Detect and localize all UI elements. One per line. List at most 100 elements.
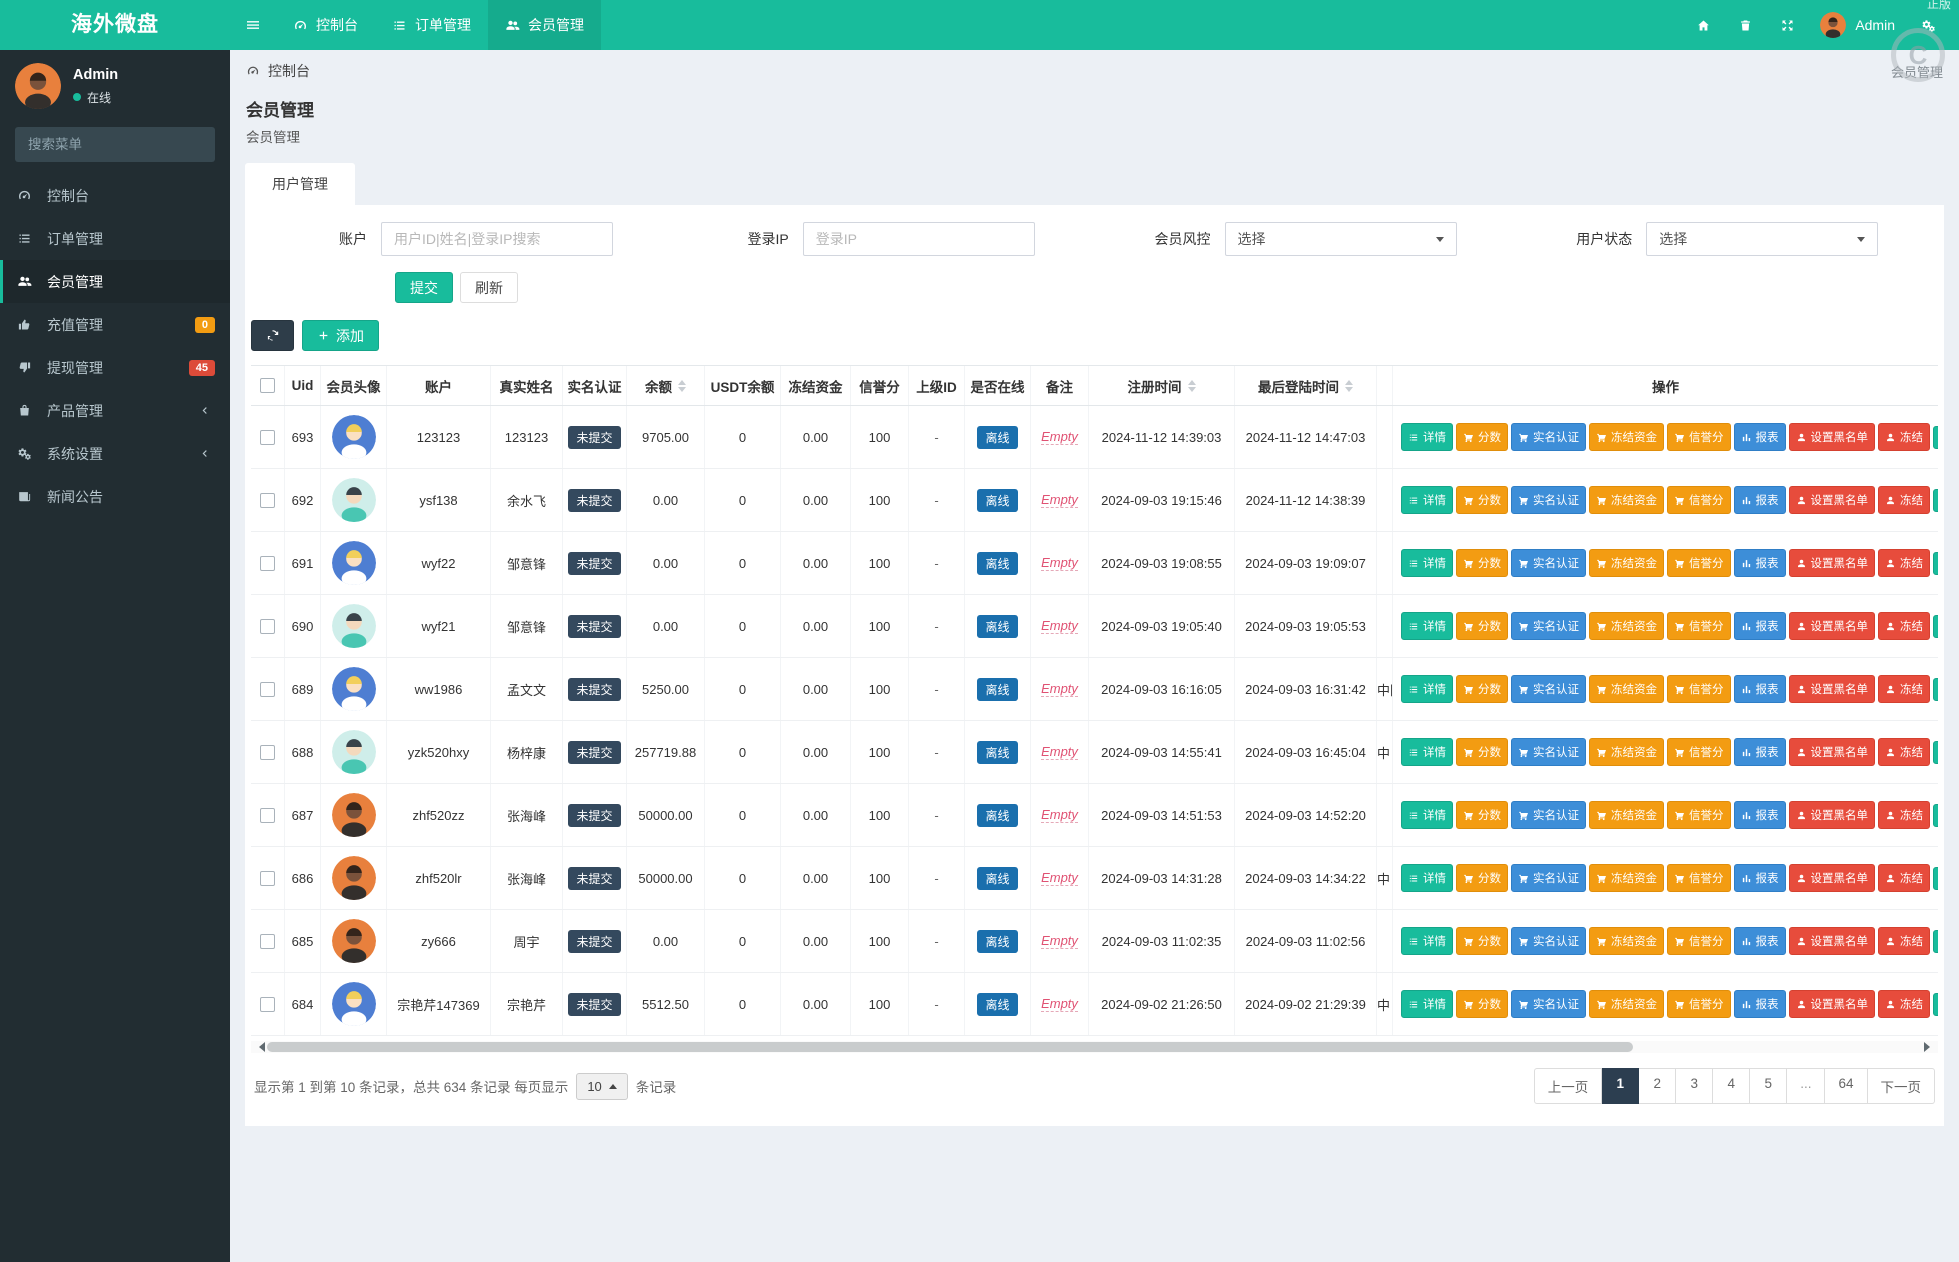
action-冻结[interactable]: 冻结 [1878,549,1930,577]
row-checkbox[interactable] [260,555,275,571]
action-报表[interactable]: 报表 [1733,738,1786,766]
column-header-余额[interactable]: 余额 [627,366,705,405]
pagination-button-1[interactable]: 1 [1602,1068,1640,1104]
action-实名认证[interactable]: 实名认证 [1511,486,1586,514]
action-冻结[interactable]: 冻结 [1878,423,1930,451]
add-member-button[interactable]: 添加 [302,320,379,351]
action-冻结资金[interactable]: 冻结资金 [1589,864,1664,892]
action-分数[interactable]: 分数 [1456,990,1508,1018]
sidebar-item-会员管理[interactable]: 会员管理 [0,260,230,303]
action-实名认证[interactable]: 实名认证 [1511,738,1586,766]
remark-editable-link[interactable]: Empty [1041,807,1078,823]
action-冻结[interactable]: 冻结 [1878,990,1930,1018]
action-信誉分[interactable]: 信誉分 [1667,864,1731,892]
action-信誉分[interactable]: 信誉分 [1667,738,1731,766]
action-信誉分[interactable]: 信誉分 [1667,486,1731,514]
navbar-item-会员管理[interactable]: 会员管理 [488,0,601,50]
row-checkbox[interactable] [260,492,275,508]
column-header-最后登陆时间[interactable]: 最后登陆时间 [1235,366,1377,405]
reload-table-button[interactable] [251,320,294,351]
action-分数[interactable]: 分数 [1456,423,1508,451]
action-详情[interactable]: 详情 [1401,612,1453,640]
row-checkbox[interactable] [260,870,275,886]
action-冻结[interactable]: 冻结 [1878,927,1930,955]
pagination-button-4[interactable]: 4 [1713,1068,1751,1104]
navbar-item-控制台[interactable]: 控制台 [276,0,375,50]
action-详情[interactable]: 详情 [1401,864,1453,892]
action-实名认证[interactable]: 实名认证 [1511,549,1586,577]
edit-button[interactable] [1933,614,1938,638]
sidebar-search-input[interactable] [15,127,215,162]
action-设置黑名单[interactable]: 设置黑名单 [1788,675,1875,703]
action-信誉分[interactable]: 信誉分 [1667,612,1731,640]
remark-editable-link[interactable]: Empty [1041,492,1078,508]
remark-editable-link[interactable]: Empty [1041,618,1078,634]
action-报表[interactable]: 报表 [1733,612,1786,640]
sidebar-item-控制台[interactable]: 控制台 [0,174,230,217]
edit-button[interactable] [1933,425,1938,449]
action-报表[interactable]: 报表 [1733,801,1786,829]
action-分数[interactable]: 分数 [1456,675,1508,703]
sidebar-toggle-button[interactable] [230,0,276,50]
edit-button[interactable] [1933,929,1938,953]
expand-button[interactable] [1766,0,1808,50]
navbar-item-订单管理[interactable]: 订单管理 [375,0,488,50]
select-all-header[interactable] [251,366,285,405]
action-冻结资金[interactable]: 冻结资金 [1589,423,1664,451]
edit-button[interactable] [1933,803,1938,827]
action-冻结资金[interactable]: 冻结资金 [1589,549,1664,577]
scroll-left-arrow-icon[interactable] [254,1042,265,1052]
remark-editable-link[interactable]: Empty [1041,870,1078,886]
action-分数[interactable]: 分数 [1456,738,1508,766]
action-信誉分[interactable]: 信誉分 [1667,990,1731,1018]
action-设置黑名单[interactable]: 设置黑名单 [1788,738,1875,766]
remark-editable-link[interactable]: Empty [1041,429,1078,445]
account-search-input[interactable] [381,222,613,256]
action-分数[interactable]: 分数 [1456,486,1508,514]
action-报表[interactable]: 报表 [1733,549,1786,577]
action-详情[interactable]: 详情 [1401,423,1453,451]
action-详情[interactable]: 详情 [1401,927,1453,955]
action-报表[interactable]: 报表 [1733,423,1786,451]
action-设置黑名单[interactable]: 设置黑名单 [1788,801,1875,829]
action-报表[interactable]: 报表 [1733,486,1786,514]
remark-editable-link[interactable]: Empty [1041,555,1078,571]
action-信誉分[interactable]: 信誉分 [1667,549,1731,577]
action-详情[interactable]: 详情 [1401,486,1453,514]
action-分数[interactable]: 分数 [1456,927,1508,955]
row-checkbox[interactable] [260,933,275,949]
action-设置黑名单[interactable]: 设置黑名单 [1788,486,1875,514]
user-status-select[interactable]: 选择 [1646,222,1879,256]
action-报表[interactable]: 报表 [1733,990,1786,1018]
action-冻结资金[interactable]: 冻结资金 [1589,486,1664,514]
remark-editable-link[interactable]: Empty [1041,996,1078,1012]
action-冻结[interactable]: 冻结 [1878,738,1930,766]
action-设置黑名单[interactable]: 设置黑名单 [1788,864,1875,892]
action-分数[interactable]: 分数 [1456,612,1508,640]
action-实名认证[interactable]: 实名认证 [1511,612,1586,640]
action-详情[interactable]: 详情 [1401,738,1453,766]
sidebar-item-订单管理[interactable]: 订单管理 [0,217,230,260]
edit-button[interactable] [1933,551,1938,575]
page-size-dropdown[interactable]: 10 [576,1072,628,1100]
pagination-button-5[interactable]: 5 [1750,1068,1788,1104]
action-冻结资金[interactable]: 冻结资金 [1589,927,1664,955]
remark-editable-link[interactable]: Empty [1041,933,1078,949]
action-信誉分[interactable]: 信誉分 [1667,423,1731,451]
action-报表[interactable]: 报表 [1733,675,1786,703]
sidebar-item-充值管理[interactable]: 充值管理 0 [0,303,230,346]
action-设置黑名单[interactable]: 设置黑名单 [1788,612,1875,640]
action-报表[interactable]: 报表 [1733,864,1786,892]
action-冻结资金[interactable]: 冻结资金 [1589,801,1664,829]
row-checkbox[interactable] [260,618,275,634]
remark-editable-link[interactable]: Empty [1041,681,1078,697]
action-冻结[interactable]: 冻结 [1878,486,1930,514]
brand-logo[interactable]: 海外微盘 [0,0,230,50]
sidebar-item-新闻公告[interactable]: 新闻公告 [0,475,230,518]
action-信誉分[interactable]: 信誉分 [1667,927,1731,955]
action-设置黑名单[interactable]: 设置黑名单 [1788,990,1875,1018]
refresh-button[interactable]: 刷新 [460,272,518,303]
sidebar-item-提现管理[interactable]: 提现管理 45 [0,346,230,389]
login-ip-input[interactable] [802,222,1035,256]
scrollbar-thumb[interactable] [267,1042,1634,1052]
